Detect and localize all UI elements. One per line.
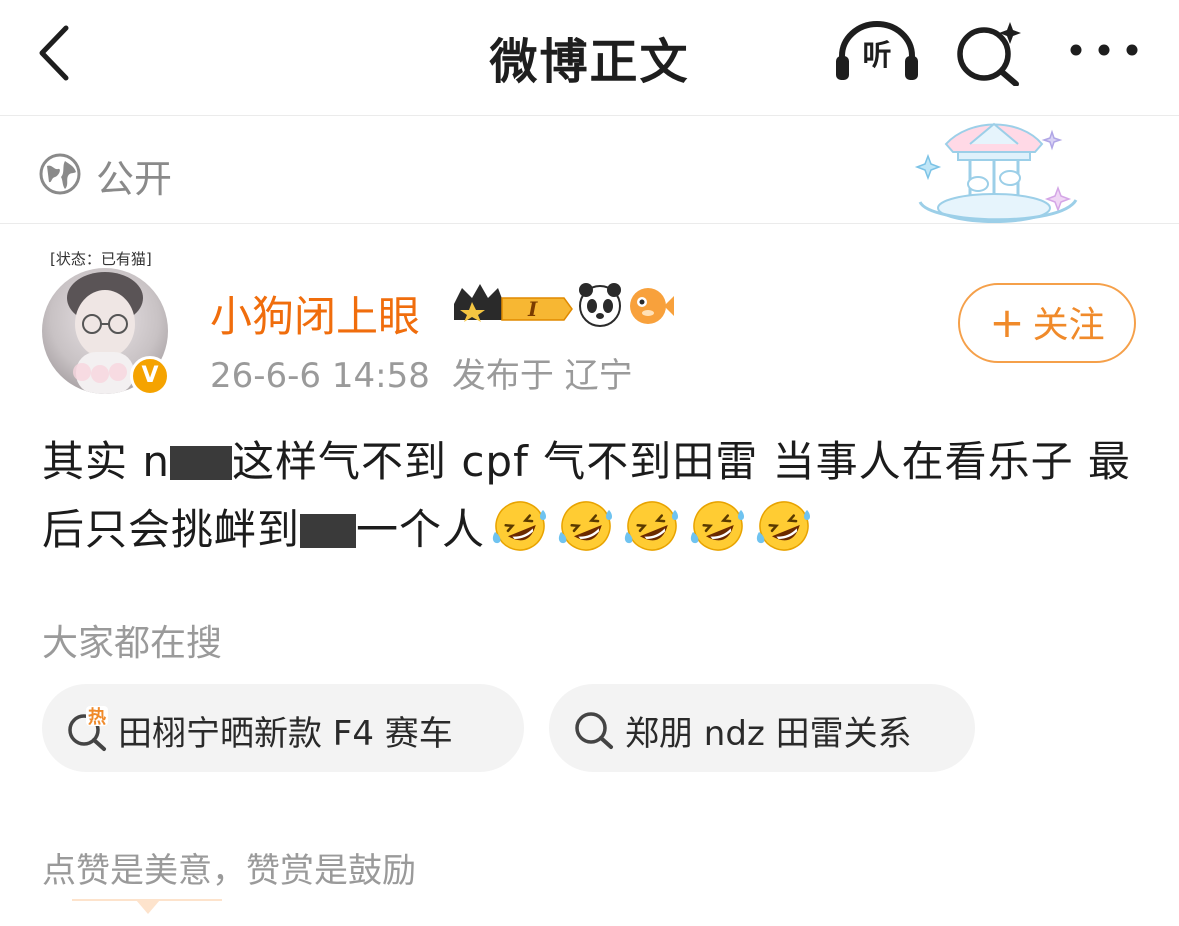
rofl-emoji-icon [690, 501, 745, 551]
listen-label: 听 [862, 38, 892, 72]
chevron-left-icon [39, 25, 69, 81]
carousel-decoration-icon [914, 122, 1078, 223]
panda-badge-icon [579, 283, 621, 327]
search-chip-1[interactable]: 热 田栩宁晒新款 F4 赛车 [42, 684, 524, 772]
redaction-block [169, 446, 232, 480]
user-badges: I [454, 283, 674, 327]
avatar-status-tag: [状态：已有猫] [50, 250, 152, 268]
follow-label: 关注 [1032, 305, 1105, 346]
more-options-button[interactable] [1066, 28, 1142, 72]
visibility-row: 公开 [0, 116, 1179, 224]
vip-crown-badge-icon: I [454, 284, 573, 322]
follow-button[interactable]: + 关注 [958, 283, 1136, 363]
post-time: 26-6-6 14:58 [210, 356, 430, 396]
search-button[interactable] [952, 16, 1028, 87]
post-location: 发布于 辽宁 [451, 356, 633, 396]
rofl-emoji-icon [558, 501, 613, 551]
reward-pointer-icon [72, 899, 222, 914]
search-icon [575, 712, 613, 749]
verified-badge: V [130, 356, 170, 396]
svg-text:热: 热 [88, 706, 106, 728]
post-text-part-1: 其实 n [42, 437, 170, 486]
redaction-block [300, 514, 357, 548]
rofl-emoji-icon [492, 501, 547, 551]
svg-text:I: I [527, 297, 538, 321]
rofl-emoji-icon [756, 501, 811, 551]
hot-search-icon: 热 [68, 706, 108, 751]
reward-prompt: 点赞是美意，赞赏是鼓励 [42, 851, 416, 891]
weibo-post-page: 微博正文 听 公开 [状态：已有猫] V 小狗闭上眼 I 26-6-6 14:5… [0, 0, 1179, 926]
trending-search-heading: 大家都在搜 [42, 623, 223, 664]
ellipsis-icon [1070, 44, 1138, 56]
back-button[interactable] [28, 18, 84, 88]
top-bar: 微博正文 听 [0, 0, 1179, 116]
post-text-part-3: 一个人 [356, 505, 486, 554]
emoji-row [485, 501, 815, 554]
post-meta: 26-6-6 14:58 发布于 辽宁 [210, 348, 633, 397]
search-chip-label: 郑朋 ndz 田雷关系 [625, 714, 912, 754]
listen-button[interactable]: 听 [832, 16, 922, 86]
rofl-emoji-icon [624, 501, 679, 551]
search-chip-2[interactable]: 郑朋 ndz 田雷关系 [549, 684, 975, 772]
search-chip-label: 田栩宁晒新款 F4 赛车 [118, 714, 453, 754]
author-name[interactable]: 小狗闭上眼 [210, 283, 420, 344]
post-content: 其实 n 这样气不到 cpf 气不到田雷 当事人在看乐子 最后只会挑衅到 一个人 [42, 428, 1142, 564]
globe-icon [39, 153, 81, 195]
visibility-label: 公开 [96, 157, 173, 201]
plus-icon: + [989, 298, 1025, 347]
author-avatar-button[interactable]: V [42, 268, 172, 398]
search-sparkle-icon [957, 22, 1021, 87]
pufferfish-badge-icon [630, 288, 674, 324]
